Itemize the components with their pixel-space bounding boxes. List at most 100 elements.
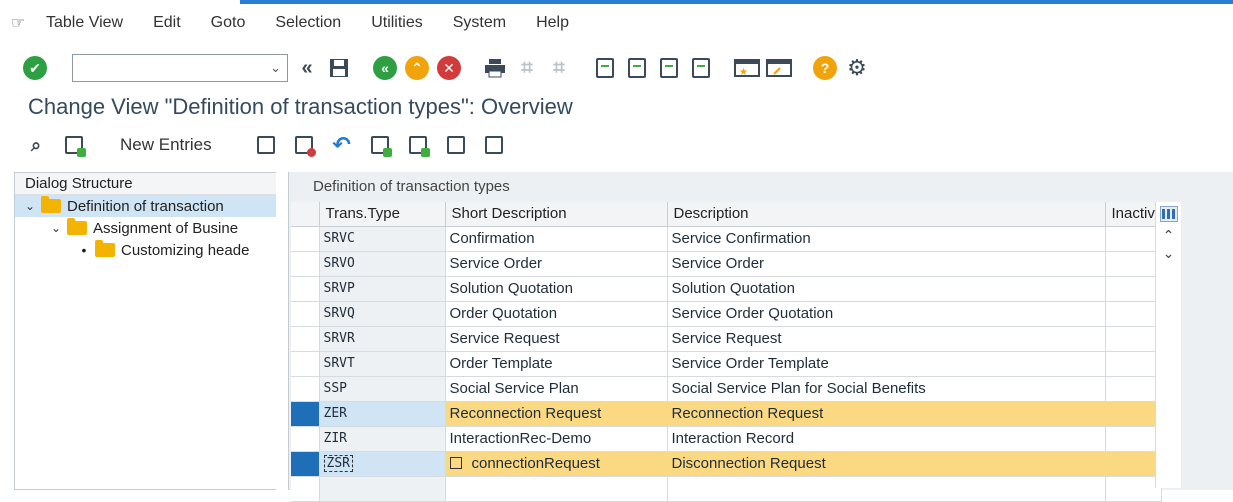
table-row[interactable]: ZER Reconnection Request Reconnection Requ…	[291, 401, 1162, 427]
new-entries-button[interactable]: New Entries	[120, 135, 212, 155]
short-description-cell[interactable]: Confirmation	[445, 226, 668, 252]
help-icon[interactable]: ?	[810, 53, 840, 83]
back-icon[interactable]: «	[370, 53, 400, 83]
menu-selection[interactable]: Selection	[275, 14, 341, 32]
trans-type-cell[interactable]: SRVO	[319, 251, 446, 277]
select-block-icon[interactable]	[402, 133, 434, 157]
dropdown-chevron-icon[interactable]: ⌄	[270, 60, 281, 76]
menu-help[interactable]: Help	[536, 14, 569, 32]
scroll-up-icon[interactable]: ⌃	[1156, 226, 1181, 244]
column-header-trans-type[interactable]: Trans.Type	[319, 202, 446, 227]
short-description-cell[interactable]: Social Service Plan	[445, 376, 668, 402]
command-field[interactable]: ⌄	[72, 54, 288, 82]
splitter[interactable]	[276, 172, 286, 490]
row-selector[interactable]	[291, 426, 320, 452]
copy-as-icon[interactable]	[250, 133, 282, 157]
tree-node-customizing[interactable]: • Customizing heade	[15, 239, 279, 261]
inactive-cell[interactable]	[1105, 351, 1162, 377]
description-cell[interactable]: Service Order	[667, 251, 1106, 277]
row-selector[interactable]	[291, 376, 320, 402]
delete-icon[interactable]	[288, 133, 320, 157]
short-description-cell[interactable]: Service Request	[445, 326, 668, 352]
column-settings-icon[interactable]	[1159, 206, 1178, 222]
inactive-cell[interactable]	[1105, 251, 1162, 277]
undo-icon[interactable]: ↶	[326, 132, 358, 157]
row-selector[interactable]	[291, 401, 320, 427]
row-selector[interactable]	[291, 451, 320, 477]
trans-type-cell[interactable]: SSP	[319, 376, 446, 402]
back-double-icon[interactable]: «	[292, 53, 322, 83]
find-next-icon[interactable]: ⌗	[544, 53, 574, 83]
short-description-cell[interactable]: connectionRequest	[445, 451, 668, 477]
inactive-cell[interactable]	[1105, 376, 1162, 402]
trans-type-cell[interactable]: SRVC	[319, 226, 446, 252]
exit-icon[interactable]: ⌃	[402, 53, 432, 83]
short-description-cell[interactable]: Service Order	[445, 251, 668, 277]
chevron-down-icon[interactable]: ⌄	[49, 221, 63, 235]
menu-utilities[interactable]: Utilities	[371, 14, 423, 32]
tree-node-assignment[interactable]: ⌄ Assignment of Busine	[15, 217, 279, 239]
scroll-down-icon[interactable]: ⌄	[1156, 244, 1181, 262]
next-page-icon[interactable]	[654, 53, 684, 83]
print-icon[interactable]	[480, 53, 510, 83]
deselect-all-icon[interactable]	[440, 133, 472, 157]
vertical-scrollbar[interactable]: ⌃ ⌄	[1155, 202, 1181, 488]
select-all-icon[interactable]	[364, 133, 396, 157]
system-menu-icon[interactable]: ☞	[0, 13, 36, 33]
short-description-cell[interactable]: Solution Quotation	[445, 276, 668, 302]
trans-type-cell[interactable]: ZER	[319, 401, 446, 427]
previous-page-icon[interactable]	[622, 53, 652, 83]
display-change-icon[interactable]: ⌕	[20, 133, 52, 157]
short-description-cell[interactable]: InteractionRec-Demo	[445, 426, 668, 452]
menu-goto[interactable]: Goto	[211, 14, 246, 32]
shortcut-icon[interactable]	[764, 53, 794, 83]
first-page-icon[interactable]	[590, 53, 620, 83]
description-cell[interactable]: Social Service Plan for Social Benefits	[667, 376, 1106, 402]
inactive-cell[interactable]	[1105, 451, 1162, 477]
row-selector[interactable]	[291, 326, 320, 352]
save-icon[interactable]	[324, 53, 354, 83]
description-cell[interactable]: Disconnection Request	[667, 451, 1106, 477]
trans-type-cell[interactable]: SRVP	[319, 276, 446, 302]
row-selector-header[interactable]	[291, 202, 320, 227]
last-page-icon[interactable]	[686, 53, 716, 83]
details-icon[interactable]	[58, 133, 90, 157]
trans-type-cell[interactable]: SRVQ	[319, 301, 446, 327]
settings-icon[interactable]: ⚙	[842, 53, 872, 83]
menu-table-view[interactable]: Table View	[46, 14, 123, 32]
short-description-cell[interactable]: Order Template	[445, 351, 668, 377]
enter-icon[interactable]: ✔	[20, 53, 50, 83]
trans-type-cell[interactable]: SRVT	[319, 351, 446, 377]
short-description-cell[interactable]: Order Quotation	[445, 301, 668, 327]
trans-type-cell[interactable]: ZSR	[319, 451, 446, 477]
row-selector[interactable]	[291, 301, 320, 327]
description-cell[interactable]: Solution Quotation	[667, 276, 1106, 302]
table-row[interactable]: SRVC Confirmation Service Confirmation	[291, 226, 1162, 252]
table-row[interactable]: ZIR InteractionRec-Demo Interaction Record	[291, 426, 1162, 452]
trans-type-cell[interactable]: SRVR	[319, 326, 446, 352]
description-cell[interactable]: Service Request	[667, 326, 1106, 352]
create-session-icon[interactable]: ★	[732, 53, 762, 83]
compare-icon[interactable]	[478, 133, 510, 157]
description-cell[interactable]: Interaction Record	[667, 426, 1106, 452]
description-cell[interactable]: Service Order Template	[667, 351, 1106, 377]
description-cell[interactable]: Service Order Quotation	[667, 301, 1106, 327]
table-row[interactable]: SRVR Service Request Service Request	[291, 326, 1162, 352]
description-cell[interactable]: Reconnection Request	[667, 401, 1106, 427]
inactive-cell[interactable]	[1105, 476, 1162, 502]
description-cell[interactable]	[667, 476, 1106, 502]
inactive-cell[interactable]	[1105, 276, 1162, 302]
short-description-cell[interactable]	[445, 476, 668, 502]
tree-node-definition[interactable]: ⌄ Definition of transaction	[15, 195, 279, 217]
table-row[interactable]: SSP Social Service Plan Social Service Pla…	[291, 376, 1162, 402]
cancel-icon[interactable]: ✕	[434, 53, 464, 83]
inactive-cell[interactable]	[1105, 226, 1162, 252]
trans-type-cell[interactable]: ZIR	[319, 426, 446, 452]
description-cell[interactable]: Service Confirmation	[667, 226, 1106, 252]
table-row[interactable]: SRVQ Order Quotation Service Order Quotati…	[291, 301, 1162, 327]
inactive-cell[interactable]	[1105, 401, 1162, 427]
column-header-short-description[interactable]: Short Description	[445, 202, 668, 227]
row-selector[interactable]	[291, 351, 320, 377]
column-header-description[interactable]: Description	[667, 202, 1106, 227]
trans-type-cell[interactable]	[319, 476, 446, 502]
